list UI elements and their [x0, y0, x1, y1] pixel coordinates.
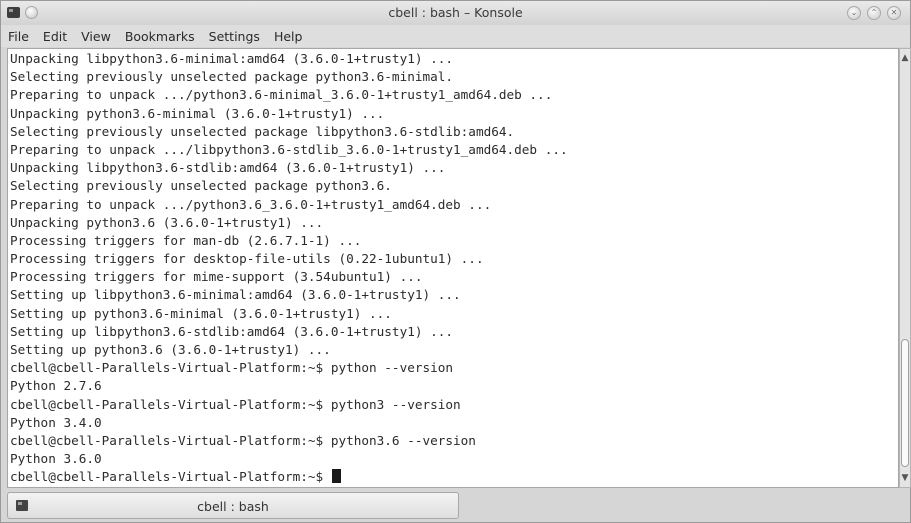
terminal-line: Python 3.6.0 [10, 451, 102, 467]
menu-edit[interactable]: Edit [43, 29, 67, 44]
terminal-line: Unpacking libpython3.6-minimal:amd64 (3.… [10, 51, 454, 66]
menu-bar: File Edit View Bookmarks Settings Help [1, 25, 910, 47]
minimize-icon[interactable]: ⌄ [847, 6, 861, 20]
maximize-icon[interactable]: ⌃ [867, 6, 881, 20]
terminal-line: Unpacking libpython3.6-stdlib:amd64 (3.6… [10, 160, 446, 176]
terminal-line: Setting up python3.6-minimal (3.6.0-1+tr… [10, 305, 392, 321]
terminal-line: Unpacking python3.6-minimal (3.6.0-1+tru… [10, 105, 385, 121]
terminal-line: Selecting previously unselected package … [10, 69, 454, 85]
close-icon[interactable]: ✕ [887, 6, 901, 20]
menu-settings[interactable]: Settings [209, 29, 260, 44]
terminal-output[interactable]: Unpacking libpython3.6-minimal:amd64 (3.… [7, 48, 899, 488]
window-title: cbell : bash – Konsole [388, 5, 523, 20]
terminal-line: cbell@cbell-Parallels-Virtual-Platform:~… [10, 360, 454, 376]
terminal-line: Preparing to unpack .../python3.6-minima… [10, 87, 553, 103]
title-bar[interactable]: cbell : bash – Konsole ⌄ ⌃ ✕ [1, 1, 910, 25]
terminal-lines: Unpacking libpython3.6-minimal:amd64 (3.… [10, 50, 568, 487]
terminal-line: Setting up libpython3.6-minimal:amd64 (3… [10, 287, 461, 303]
terminal-line: Preparing to unpack .../python3.6_3.6.0-… [10, 196, 492, 212]
terminal-line: Processing triggers for man-db (2.6.7.1-… [10, 232, 362, 248]
terminal-prompt: cbell@cbell-Parallels-Virtual-Platform:~… [10, 469, 331, 485]
terminal-line: Python 2.7.6 [10, 378, 102, 394]
terminal-line: Processing triggers for mime-support (3.… [10, 269, 423, 285]
terminal-line: Python 3.4.0 [10, 414, 102, 430]
menu-view[interactable]: View [81, 29, 111, 44]
terminal-line: cbell@cbell-Parallels-Virtual-Platform:~… [10, 432, 476, 448]
vertical-scrollbar[interactable]: ▲ ▼ [899, 48, 911, 488]
menu-bookmarks[interactable]: Bookmarks [125, 29, 195, 44]
scroll-up-icon[interactable]: ▲ [900, 51, 910, 65]
scroll-down-icon[interactable]: ▼ [900, 471, 910, 485]
terminal-prompt-line[interactable]: cbell@cbell-Parallels-Virtual-Platform:~… [10, 468, 568, 486]
terminal-line: Setting up python3.6 (3.6.0-1+trusty1) .… [10, 342, 331, 357]
menu-help[interactable]: Help [274, 29, 303, 44]
konsole-window: cbell : bash – Konsole ⌄ ⌃ ✕ File Edit V… [0, 0, 911, 523]
menu-file[interactable]: File [8, 29, 29, 44]
tab-bar: cbell : bash [1, 490, 910, 522]
text-cursor [331, 469, 341, 484]
terminal-line: Setting up libpython3.6-stdlib:amd64 (3.… [10, 323, 454, 339]
terminal-line: Selecting previously unselected package … [10, 123, 515, 139]
terminal-line: Processing triggers for desktop-file-uti… [10, 251, 484, 267]
tab-cbell-bash[interactable]: cbell : bash [7, 492, 459, 519]
terminal-line: cbell@cbell-Parallels-Virtual-Platform:~… [10, 396, 461, 412]
terminal-line: Preparing to unpack .../libpython3.6-std… [10, 141, 568, 157]
terminal-line: Selecting previously unselected package … [10, 178, 392, 194]
tab-label: cbell : bash [197, 499, 269, 514]
terminal-line: Unpacking python3.6 (3.6.0-1+trusty1) ..… [10, 214, 324, 230]
scrollbar-thumb[interactable] [901, 339, 909, 467]
